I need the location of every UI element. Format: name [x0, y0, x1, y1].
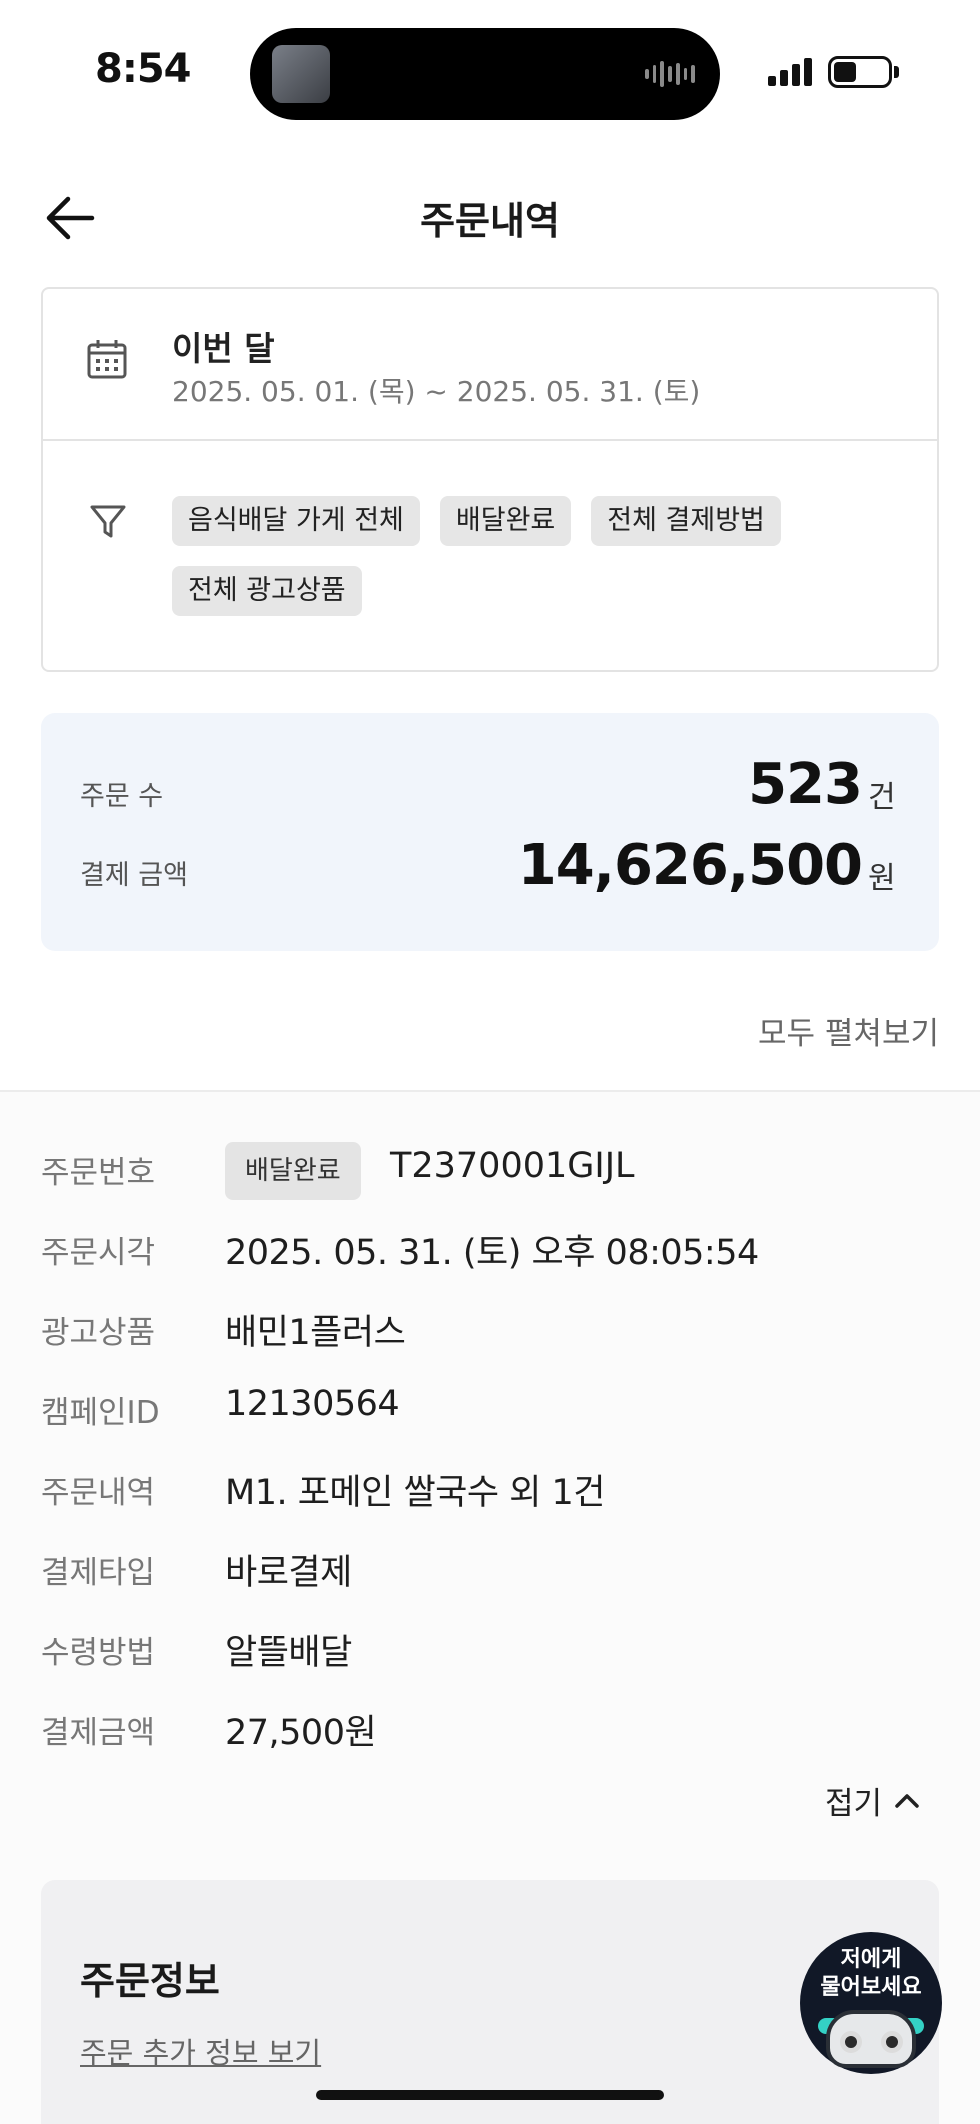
- order-number-label: 주문번호: [41, 1155, 156, 1191]
- chip-store-filter[interactable]: 음식배달 가게 전체: [172, 496, 420, 546]
- order-number-value: T2370001GIJL: [390, 1146, 635, 1186]
- divider: [41, 439, 939, 441]
- summary-card: [41, 713, 939, 951]
- status-time: 8:54: [95, 46, 191, 92]
- collapse-button[interactable]: 접기: [825, 1778, 920, 1823]
- page-title: 주문내역: [420, 199, 560, 243]
- audio-wave-icon: [645, 60, 696, 88]
- period-range[interactable]: 2025. 05. 01. (목) ~ 2025. 05. 31. (토): [172, 370, 700, 410]
- status-badge: 배달완료: [225, 1142, 361, 1200]
- ad-product-label: 광고상품: [41, 1315, 156, 1351]
- payment-type-label: 결제타입: [41, 1555, 156, 1591]
- campaign-id-value: 12130564: [225, 1384, 400, 1424]
- back-arrow-icon[interactable]: [42, 190, 98, 246]
- delivery-method-value: 알뜰배달: [225, 1633, 352, 1673]
- order-count-value: 523: [748, 752, 863, 817]
- chevron-up-icon: [895, 1793, 919, 1808]
- order-info-title: 주문정보: [80, 1959, 220, 2003]
- order-count-label: 주문 수: [80, 781, 164, 812]
- ad-product-value: 배민1플러스: [225, 1313, 406, 1353]
- battery-tip: [894, 66, 899, 78]
- filter-chip-group: 음식배달 가게 전체 배달완료 전체 결제방법 전체 광고상품: [172, 496, 892, 616]
- campaign-id-label: 캠페인ID: [41, 1395, 160, 1431]
- home-indicator[interactable]: [316, 2090, 664, 2100]
- order-time-value: 2025. 05. 31. (토) 오후 08:05:54: [225, 1233, 759, 1273]
- expand-all-button[interactable]: 모두 펼쳐보기: [758, 1008, 939, 1053]
- robot-icon: [826, 2010, 916, 2068]
- period-title[interactable]: 이번 달: [172, 322, 275, 370]
- order-items-label: 주문내역: [41, 1475, 156, 1511]
- chip-payment-filter[interactable]: 전체 결제방법: [591, 496, 781, 546]
- order-count-unit: 건: [868, 780, 896, 815]
- now-playing-thumbnail: [272, 45, 330, 103]
- filter-funnel-icon: [88, 502, 128, 542]
- payment-type-value: 바로결제: [225, 1553, 352, 1593]
- collapse-label: 접기: [824, 1786, 882, 1822]
- more-order-info-link[interactable]: 주문 추가 정보 보기: [80, 2030, 321, 2072]
- payment-amount-unit: 원: [868, 861, 896, 896]
- order-items-value: M1. 포메인 쌀국수 외 1건: [225, 1473, 605, 1513]
- payment-amount-label: 결제 금액: [80, 860, 188, 891]
- payment-amount-row-label: 결제금액: [41, 1715, 156, 1751]
- chatbot-label: 저에게 물어보세요: [820, 1947, 922, 2000]
- delivery-method-label: 수령방법: [41, 1635, 156, 1671]
- cellular-signal-icon: [768, 56, 816, 86]
- battery-icon: [828, 56, 892, 88]
- calendar-icon: [86, 338, 128, 380]
- chip-status-filter[interactable]: 배달완료: [439, 496, 572, 546]
- chip-ad-product-filter[interactable]: 전체 광고상품: [172, 566, 362, 616]
- order-time-label: 주문시각: [41, 1235, 156, 1271]
- payment-amount-value: 14,626,500: [517, 833, 863, 898]
- payment-amount-row-value: 27,500원: [225, 1713, 377, 1753]
